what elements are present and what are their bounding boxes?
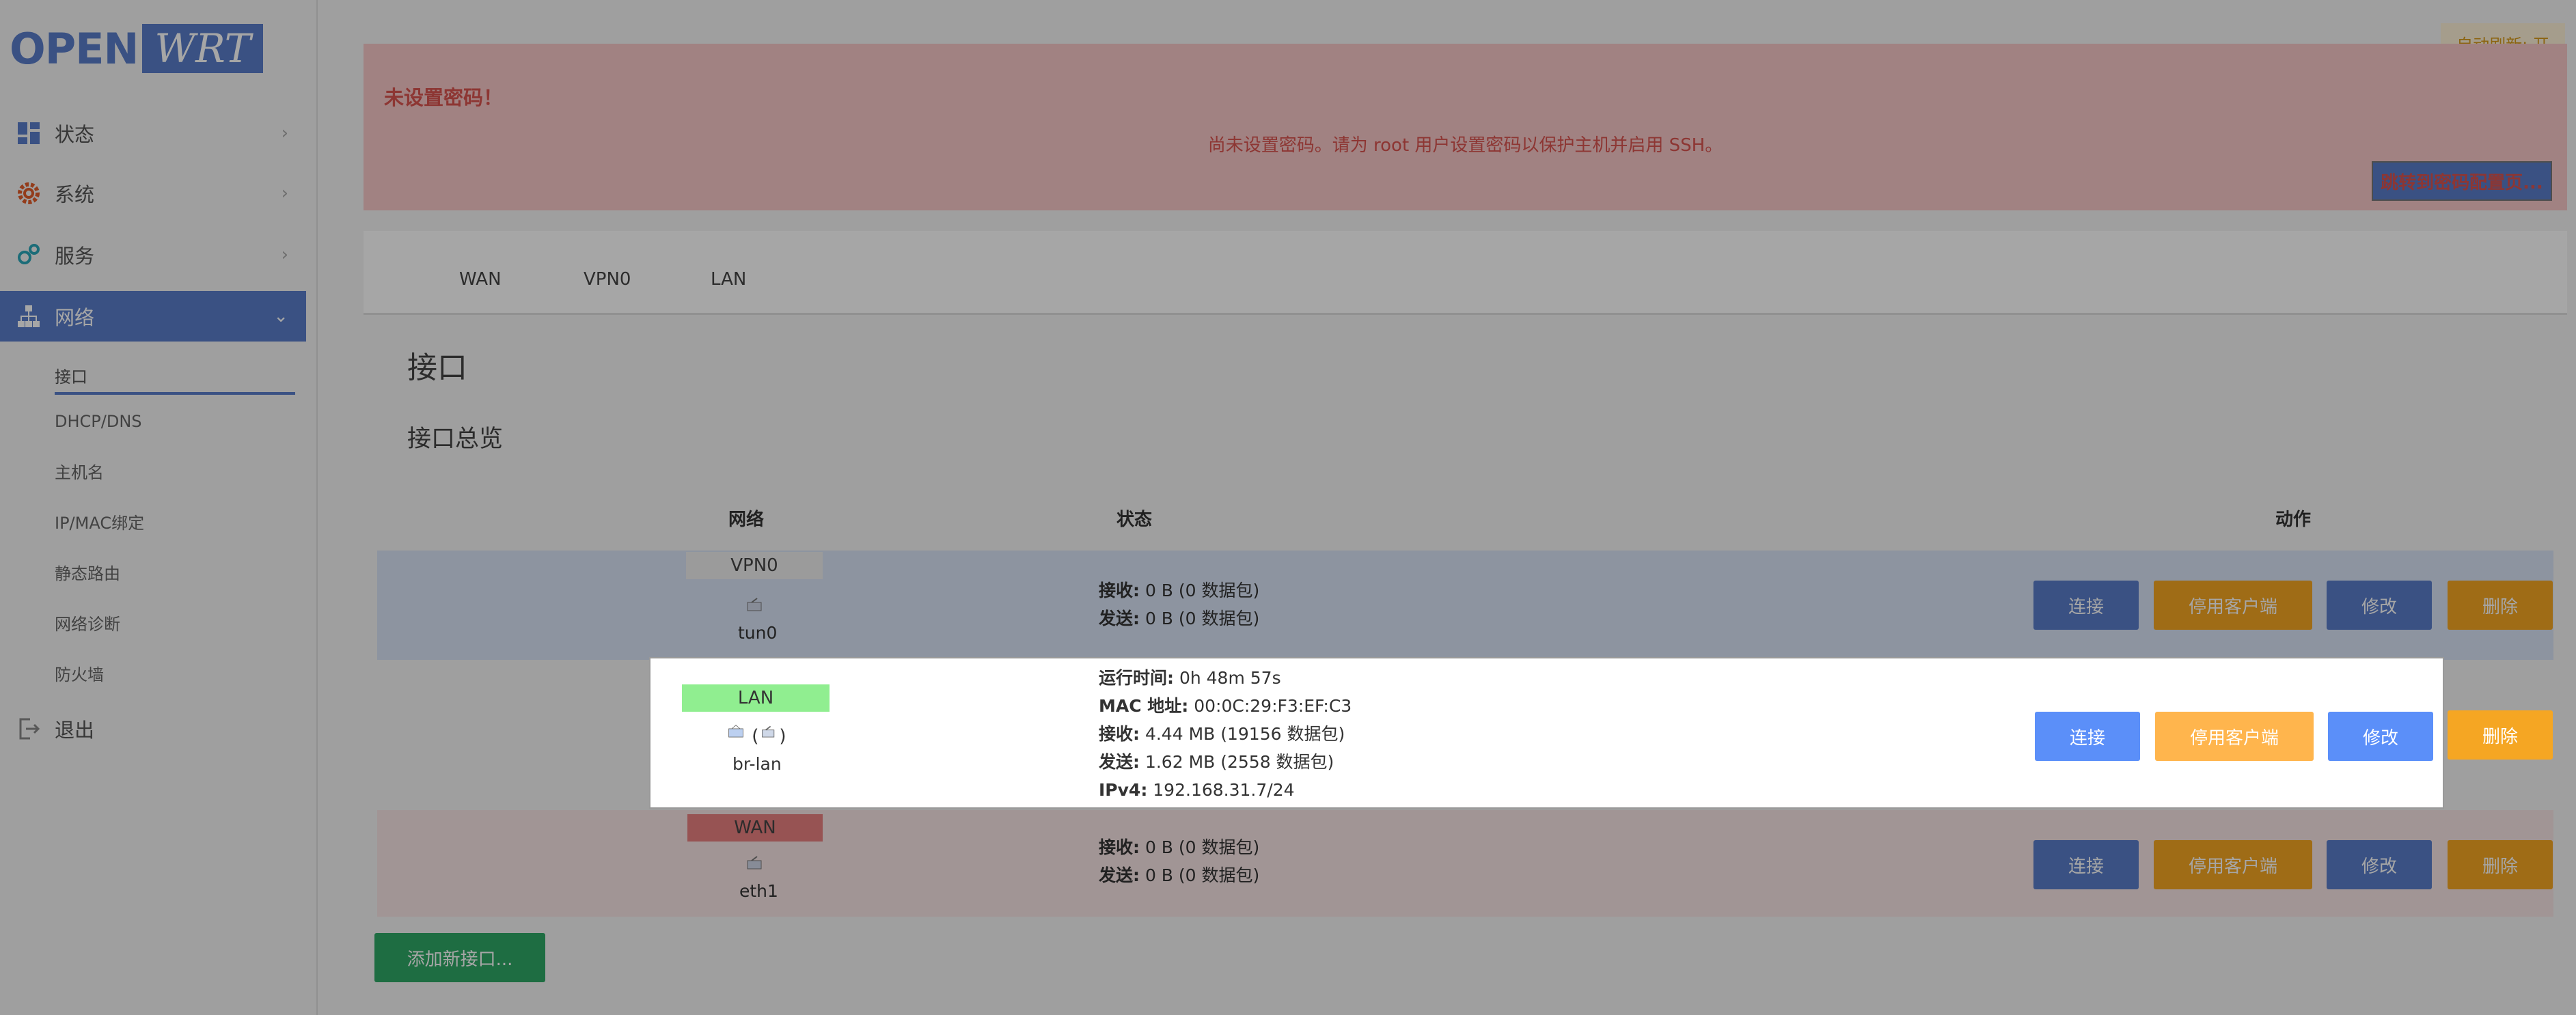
column-header-actions: 动作	[2275, 510, 2312, 530]
connect-button[interactable]: 连接	[2033, 581, 2139, 630]
edit-button[interactable]: 修改	[2328, 712, 2433, 761]
rx-label: 接收:	[1099, 837, 1140, 857]
paren-close: )	[779, 726, 786, 747]
connect-button[interactable]: 连接	[2033, 840, 2139, 889]
dashboard-icon	[18, 122, 40, 144]
ethernet-device-icon	[762, 725, 775, 738]
sidebar-sub-diagnostics[interactable]: 网络诊断	[55, 611, 120, 635]
ipv4-label: IPv4:	[1099, 780, 1148, 800]
tab-vpn0[interactable]: VPN0	[584, 269, 631, 290]
interface-badge-vpn0: VPN0	[686, 552, 823, 579]
status-info: 接收: 0 B (0 数据包) 发送: 0 B (0 数据包)	[1099, 833, 1259, 889]
gear-icon	[18, 182, 40, 204]
sidebar-sub-ipmac[interactable]: IP/MAC绑定	[55, 510, 144, 533]
sidebar-item-label: 网络	[55, 306, 95, 329]
rx-value: 0 B (0 数据包)	[1145, 837, 1260, 857]
sidebar-sub-firewall[interactable]: 防火墙	[55, 661, 104, 685]
stop-client-button[interactable]: 停用客户端	[2155, 712, 2314, 761]
tx-value: 0 B (0 数据包)	[1145, 865, 1260, 885]
sidebar-sub-hostnames[interactable]: 主机名	[55, 459, 104, 483]
rx-label: 接收:	[1099, 724, 1140, 744]
add-interface-button[interactable]: 添加新接口...	[374, 933, 545, 982]
tab-lan[interactable]: LAN	[711, 269, 746, 290]
chevron-right-icon: ›	[281, 245, 288, 265]
network-icon	[18, 305, 40, 327]
alert-message: 尚未设置密码。请为 root 用户设置密码以保护主机并启用 SSH。	[1207, 135, 1723, 156]
page-title: 接口	[407, 350, 467, 385]
tunnel-device-icon	[747, 598, 762, 611]
delete-button[interactable]: 删除	[2448, 710, 2553, 760]
logo-text-open: OPEN	[10, 23, 139, 74]
edit-button[interactable]: 修改	[2327, 581, 2432, 630]
table-row: WAN eth1 接收: 0 B (0 数据包) 发送: 0 B (0 数据包)…	[377, 810, 2553, 917]
sidebar-item-status[interactable]: 状态 ›	[0, 108, 306, 158]
rx-value: 0 B (0 数据包)	[1145, 581, 1260, 600]
chevron-down-icon: ⌄	[273, 306, 288, 326]
sidebar-sub-interfaces[interactable]: 接口	[55, 363, 87, 387]
tab-wan[interactable]: WAN	[459, 269, 502, 290]
password-alert: 未设置密码！ 尚未设置密码。请为 root 用户设置密码以保护主机并启用 SSH…	[364, 44, 2567, 210]
uptime-label: 运行时间:	[1099, 668, 1174, 688]
sidebar-item-label: 系统	[55, 183, 95, 206]
device-name: eth1	[739, 881, 778, 901]
alert-title: 未设置密码！	[384, 86, 504, 109]
sidebar-item-label: 服务	[55, 245, 95, 268]
status-info: 接收: 0 B (0 数据包) 发送: 0 B (0 数据包)	[1099, 576, 1259, 632]
stop-client-button[interactable]: 停用客户端	[2154, 840, 2312, 889]
edit-button[interactable]: 修改	[2327, 840, 2432, 889]
sidebar-item-logout[interactable]: 退出	[0, 704, 306, 754]
bridge-device-icons: ()	[726, 724, 786, 747]
tx-label: 发送:	[1099, 609, 1140, 628]
table-row-highlighted: LAN () br-lan 运行时间: 0h 48m 57s MAC 地址: 0…	[649, 657, 2444, 809]
device-name: tun0	[738, 623, 778, 643]
interface-tabs: WAN VPN0 LAN	[364, 231, 2567, 315]
logo-text-wrt: WRT	[142, 24, 264, 73]
tx-value: 1.62 MB (2558 数据包)	[1145, 752, 1334, 772]
sidebar-item-services[interactable]: 服务 ›	[0, 230, 306, 280]
column-header-status: 状态	[1116, 510, 1153, 530]
delete-button[interactable]: 删除	[2448, 581, 2553, 630]
tx-label: 发送:	[1099, 865, 1140, 885]
connect-button[interactable]: 连接	[2035, 712, 2140, 761]
active-underline	[55, 392, 295, 395]
openwrt-logo[interactable]: OPEN WRT	[10, 23, 264, 74]
table-row: VPN0 tun0 接收: 0 B (0 数据包) 发送: 0 B (0 数据包…	[377, 551, 2553, 660]
uptime-value: 0h 48m 57s	[1179, 668, 1281, 688]
column-header-network: 网络	[728, 510, 765, 530]
sidebar-item-label: 退出	[55, 719, 95, 742]
bridge-icon	[728, 725, 743, 738]
paren-open: (	[752, 726, 759, 747]
sidebar-sub-routes[interactable]: 静态路由	[55, 560, 120, 584]
sidebar-item-system[interactable]: 系统 ›	[0, 168, 306, 219]
device-name: br-lan	[732, 754, 782, 774]
sidebar-item-label: 状态	[55, 123, 95, 146]
services-icon	[18, 244, 40, 264]
sidebar-sub-dhcp[interactable]: DHCP/DNS	[55, 412, 142, 431]
ethernet-device-icon	[747, 856, 762, 870]
ipv4-value: 192.168.31.7/24	[1153, 780, 1295, 800]
delete-button[interactable]: 删除	[2448, 840, 2553, 889]
mac-value: 00:0C:29:F3:EF:C3	[1194, 696, 1352, 716]
stop-client-button[interactable]: 停用客户端	[2154, 581, 2312, 630]
section-title: 接口总览	[407, 426, 504, 453]
sidebar: OPEN WRT 状态 › 系统 › 服务 › 网络 ⌄ 接口 DHCP/DNS…	[0, 0, 318, 1015]
tx-value: 0 B (0 数据包)	[1145, 609, 1260, 628]
interface-badge-wan: WAN	[687, 814, 823, 842]
mac-label: MAC 地址:	[1099, 696, 1189, 716]
tx-label: 发送:	[1099, 752, 1140, 772]
rx-value: 4.44 MB (19156 数据包)	[1145, 724, 1345, 744]
chevron-right-icon: ›	[281, 123, 288, 143]
sidebar-item-network[interactable]: 网络 ⌄	[0, 291, 306, 342]
interface-badge-lan: LAN	[682, 684, 830, 712]
goto-password-button[interactable]: 跳转到密码配置页...	[2372, 161, 2552, 201]
status-info: 运行时间: 0h 48m 57s MAC 地址: 00:0C:29:F3:EF:…	[1099, 664, 1352, 804]
rx-label: 接收:	[1099, 581, 1140, 600]
chevron-right-icon: ›	[281, 183, 288, 204]
logout-icon	[19, 718, 40, 740]
